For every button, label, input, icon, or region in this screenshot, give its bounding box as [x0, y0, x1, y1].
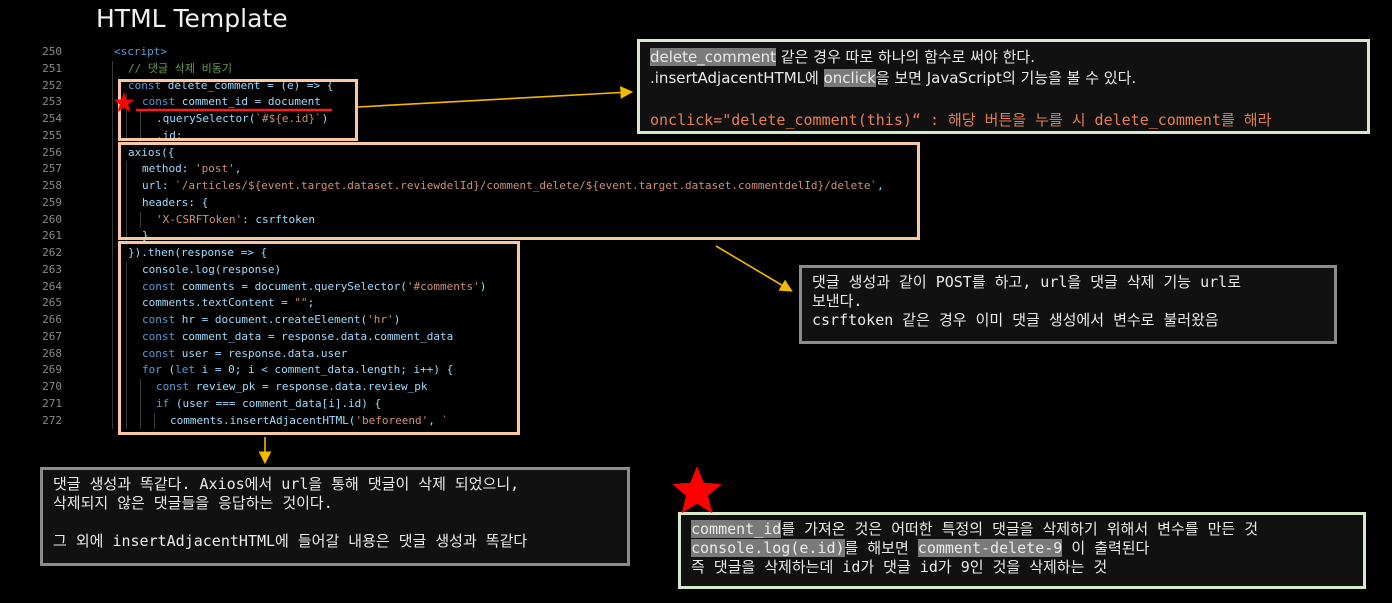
star-icon	[113, 92, 135, 112]
arrow-icon	[715, 245, 793, 292]
annotation-overlay	[113, 86, 793, 514]
star-icon	[672, 466, 722, 514]
arrow-icon	[357, 86, 634, 108]
